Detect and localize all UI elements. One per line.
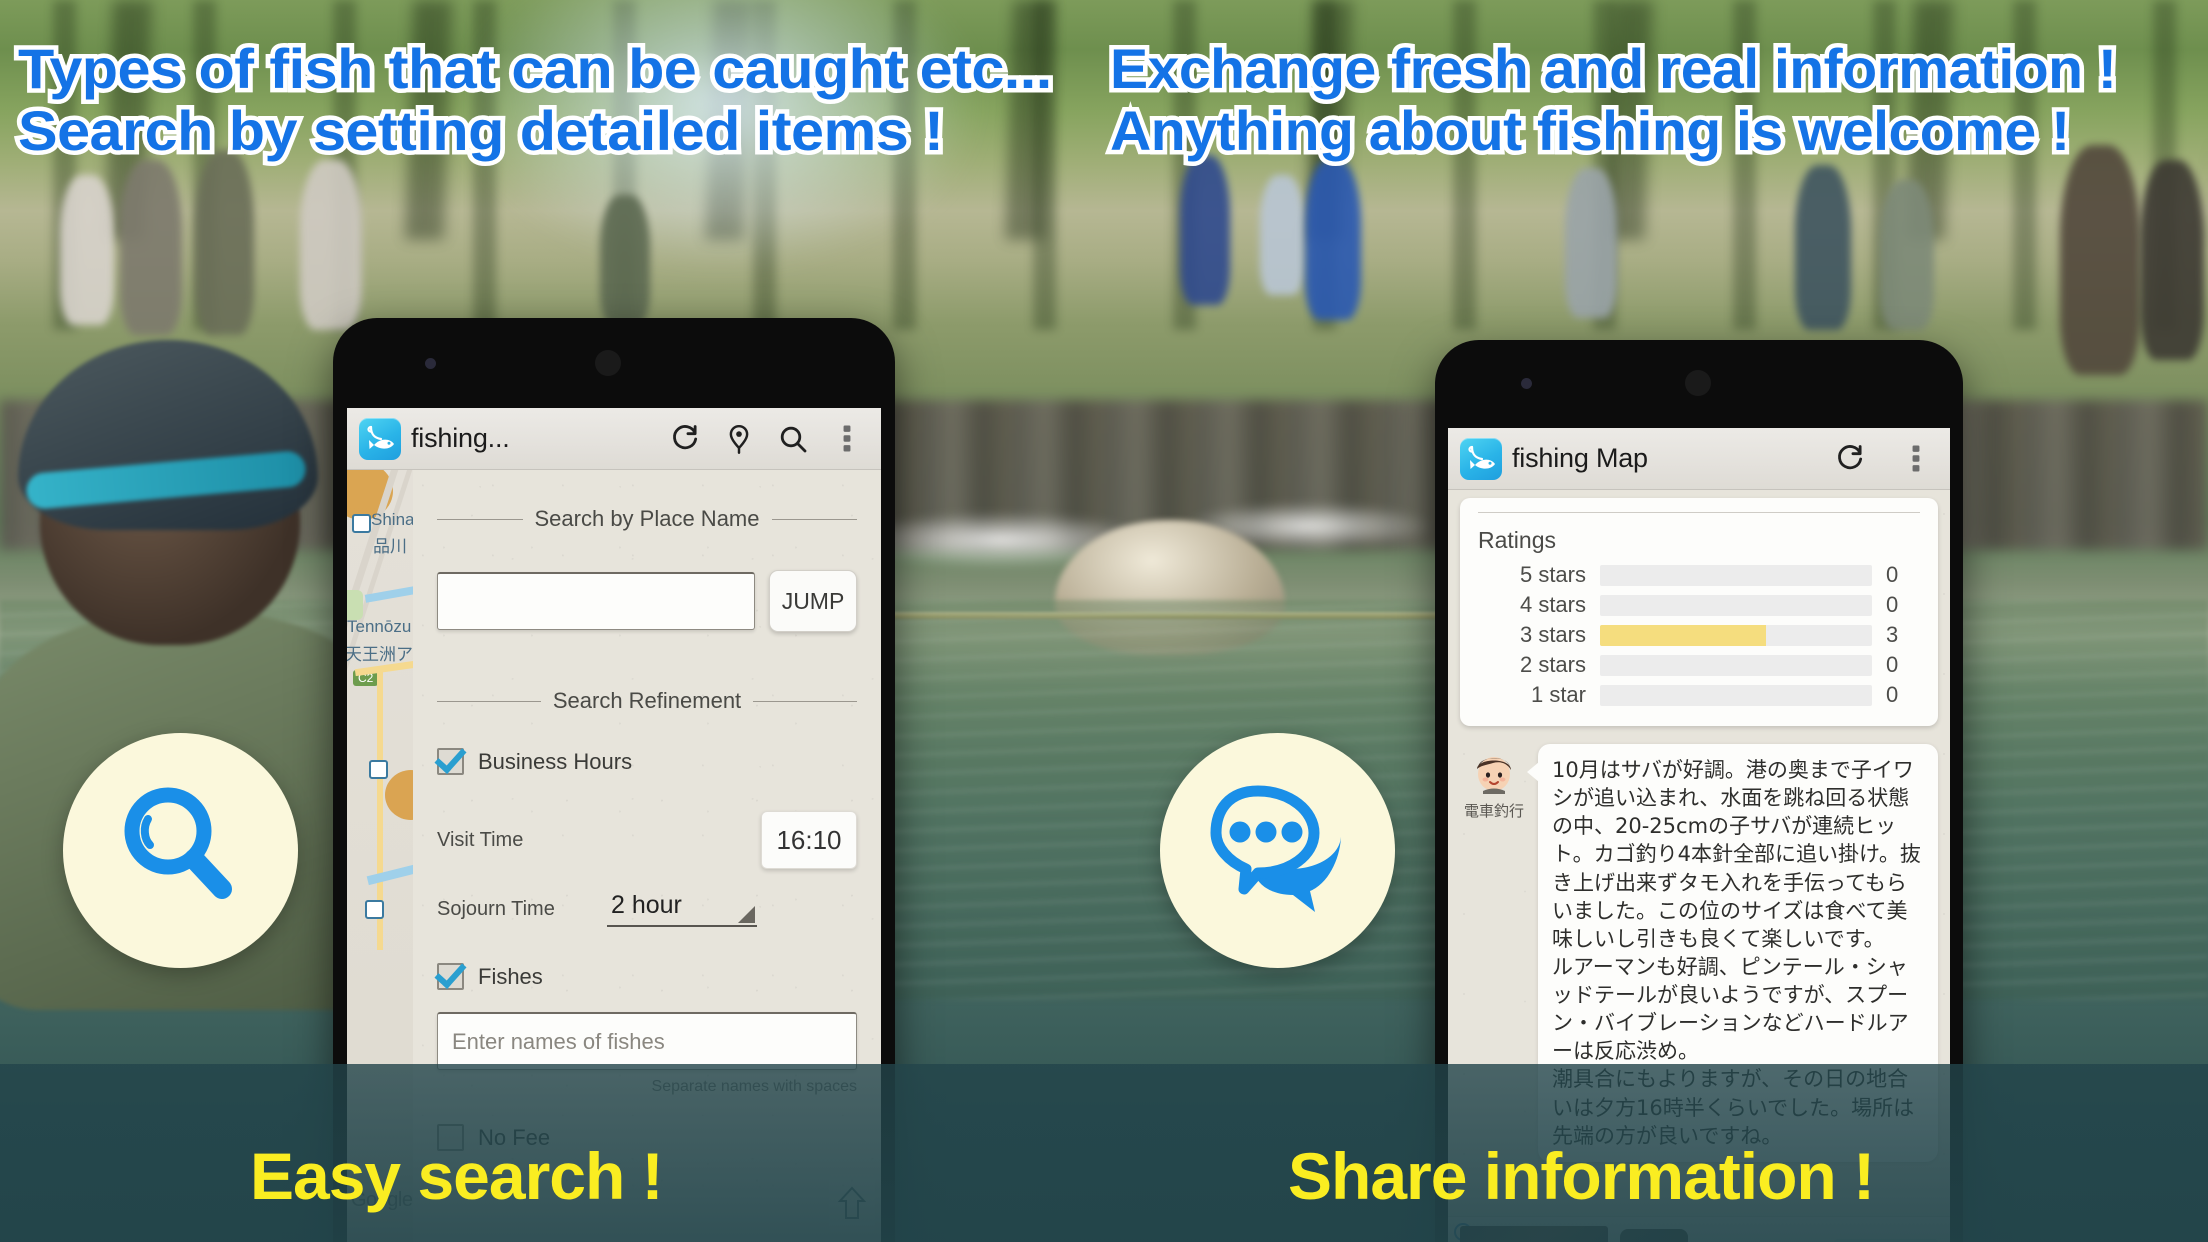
- background-person: [1305, 160, 1361, 320]
- fishes-checkbox[interactable]: [437, 963, 464, 990]
- map-station-icon: [369, 760, 388, 779]
- sojourn-time-spinner[interactable]: 2 hour: [607, 891, 757, 927]
- section-title-place-name: Search by Place Name: [534, 506, 760, 531]
- map-station-icon: [365, 900, 384, 919]
- rating-count: 3: [1886, 622, 1899, 647]
- rating-label: 2 stars: [1519, 652, 1586, 677]
- overflow-menu-icon[interactable]: [1894, 437, 1938, 481]
- section-header-refinement: Search Refinement: [437, 688, 858, 714]
- section-title-refinement: Search Refinement: [552, 688, 742, 713]
- user-avatar-boy: [1467, 744, 1521, 798]
- business-hours-label: Business Hours: [478, 748, 633, 774]
- chat-bubbles-icon: [1198, 773, 1358, 928]
- rating-row: 4 stars 0: [1478, 590, 1920, 620]
- caption-share-information: Share information !: [1288, 1139, 1875, 1213]
- rating-fill: [1600, 624, 1766, 646]
- business-hours-checkbox[interactable]: [437, 748, 464, 775]
- rule-left: [437, 518, 523, 520]
- sojourn-time-label: Sojourn Time: [437, 897, 555, 920]
- rating-count: 0: [1886, 652, 1899, 677]
- map-label-en: Tennōzu Is: [347, 617, 413, 636]
- background-person: [1795, 165, 1851, 330]
- headline-left-line1: Types of fish that can be caught etc...: [13, 33, 1057, 105]
- left-app-title: fishing...: [411, 423, 510, 453]
- place-name-row: JUMP: [437, 570, 857, 632]
- caption-easy-search: Easy search !: [250, 1139, 664, 1213]
- fishes-label: Fishes: [478, 963, 543, 989]
- visit-time-value[interactable]: 16:10: [761, 811, 857, 869]
- rating-bar: [1600, 654, 1872, 676]
- refresh-icon[interactable]: [663, 417, 707, 461]
- background-person: [1260, 175, 1304, 295]
- rating-bar: [1600, 624, 1872, 646]
- map-poi-blob: [385, 770, 413, 820]
- rating-row: 2 stars 0: [1478, 650, 1920, 680]
- background-person: [1565, 168, 1617, 318]
- ratings-title: Ratings: [1478, 527, 1556, 553]
- right-app-title: fishing Map: [1512, 443, 1648, 473]
- rating-row: 5 stars 0: [1478, 560, 1920, 590]
- refresh-icon[interactable]: [1828, 437, 1872, 481]
- map-label-jp: 品川: [373, 537, 407, 556]
- rating-label: 1 star: [1530, 682, 1586, 707]
- rating-label: 4 stars: [1519, 592, 1586, 617]
- background-person: [2140, 160, 2204, 360]
- background-person: [1880, 180, 1934, 330]
- rating-row: 1 star 0: [1478, 680, 1920, 710]
- visit-time-row: Visit Time 16:10: [437, 811, 857, 869]
- rule-right: [753, 700, 858, 702]
- overflow-menu-icon[interactable]: [825, 417, 869, 461]
- rating-label: 3 stars: [1519, 622, 1586, 647]
- section-header-place-name: Search by Place Name: [437, 506, 857, 532]
- rule-left: [437, 700, 541, 702]
- background-person: [600, 195, 650, 325]
- rating-label: 5 stars: [1519, 562, 1586, 587]
- card-divider: [1478, 512, 1920, 513]
- earpiece-speaker: [1685, 370, 1711, 396]
- rating-count: 0: [1886, 682, 1899, 707]
- map-label-jp: 天王洲アイ: [347, 645, 413, 664]
- ratings-card: Ratings 5 stars 0 4 stars 0 3 stars 3 2 …: [1460, 498, 1938, 726]
- map-water: [366, 863, 413, 886]
- badge-share-information: [1160, 733, 1395, 968]
- rating-bar: [1600, 684, 1872, 706]
- front-camera: [1521, 378, 1532, 389]
- jump-button[interactable]: JUMP: [769, 570, 857, 632]
- map-label-en: Shinag: [371, 510, 413, 529]
- rule-right: [771, 518, 857, 520]
- sojourn-time-row: Sojourn Time 2 hour: [437, 891, 857, 927]
- place-name-input[interactable]: [437, 572, 755, 630]
- badge-easy-search: [63, 733, 298, 968]
- business-hours-row[interactable]: Business Hours: [437, 748, 857, 775]
- rating-bar: [1600, 564, 1872, 586]
- feature-graphic-canvas: Types of fish that can be caught etc... …: [0, 0, 2208, 1242]
- fishes-input-row: Enter names of fishes: [437, 1012, 857, 1070]
- search-icon[interactable]: [771, 417, 815, 461]
- fishes-row[interactable]: Fishes: [437, 963, 857, 990]
- rating-bar: [1600, 594, 1872, 616]
- earpiece-speaker: [595, 350, 621, 376]
- rating-row: 3 stars 3: [1478, 620, 1920, 650]
- rating-count: 0: [1886, 592, 1899, 617]
- rating-count: 0: [1886, 562, 1899, 587]
- magnifier-icon: [106, 773, 256, 928]
- map-station-icon: [352, 514, 371, 533]
- fishing-app-icon: [359, 417, 401, 460]
- location-pin-icon[interactable]: [717, 417, 761, 461]
- map-park: [347, 590, 363, 620]
- headline-right-line1: Exchange fresh and real information !: [1105, 33, 2121, 105]
- right-appbar: fishing Map: [1448, 428, 1950, 490]
- headline-right-line2: Anything about fishing is welcome !: [1105, 95, 2074, 167]
- background-person: [2060, 145, 2140, 375]
- left-appbar: fishing...: [347, 408, 881, 470]
- front-camera: [425, 358, 436, 369]
- fishes-input[interactable]: Enter names of fishes: [437, 1012, 857, 1070]
- post-username: 電車釣行: [1463, 803, 1524, 820]
- fishing-app-icon: [1460, 437, 1502, 480]
- background-person: [1180, 155, 1230, 305]
- headline-left-line2: Search by setting detailed items !: [13, 95, 949, 167]
- visit-time-label: Visit Time: [437, 828, 524, 851]
